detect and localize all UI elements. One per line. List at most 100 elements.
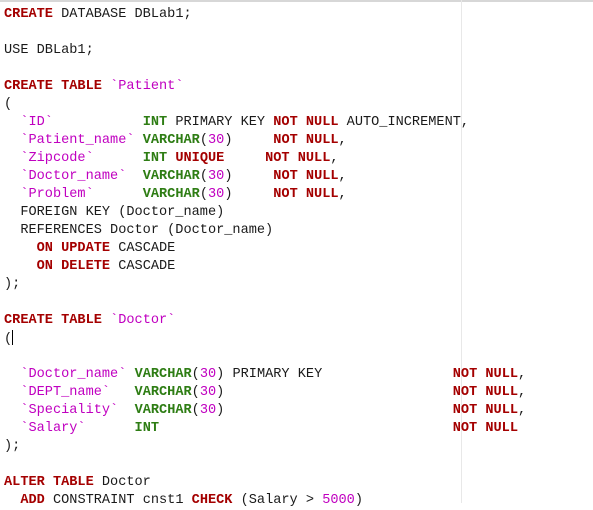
plain-token: AUTO_INCREMENT, bbox=[338, 115, 470, 130]
keyword-token: CREATE TABLE bbox=[4, 313, 102, 328]
plain-token: ( bbox=[4, 97, 13, 112]
keyword-token: NOT NULL bbox=[452, 421, 518, 436]
number-token: 5000 bbox=[322, 493, 355, 508]
code-line[interactable]: `Speciality` VARCHAR(30) NOT NULL, bbox=[4, 402, 526, 420]
code-line[interactable]: ); bbox=[4, 276, 526, 294]
identifier-token: `Doctor_name` bbox=[20, 169, 127, 184]
code-line[interactable]: `Zipcode` INT UNIQUE NOT NULL, bbox=[4, 150, 526, 168]
keyword-token: NOT NULL bbox=[273, 115, 339, 130]
code-line[interactable]: REFERENCES Doctor (Doctor_name) bbox=[4, 222, 526, 240]
keyword-token: NOT NULL bbox=[273, 169, 339, 184]
code-area[interactable]: CREATE DATABASE DBLab1; USE DBLab1; CREA… bbox=[4, 6, 526, 510]
plain-token: ) bbox=[216, 385, 453, 400]
code-line[interactable]: `Patient_name` VARCHAR(30) NOT NULL, bbox=[4, 132, 526, 150]
code-line[interactable]: ( bbox=[4, 330, 526, 348]
text-cursor bbox=[12, 330, 14, 345]
code-line[interactable]: CREATE DATABASE DBLab1; bbox=[4, 6, 526, 24]
code-line[interactable] bbox=[4, 24, 526, 42]
plain-token: ( bbox=[191, 367, 200, 382]
plain-token: REFERENCES Doctor (Doctor_name) bbox=[4, 223, 274, 238]
identifier-token: `DEPT_name` bbox=[20, 385, 111, 400]
type-token: VARCHAR bbox=[142, 187, 200, 202]
plain-token: USE DBLab1; bbox=[4, 43, 94, 58]
identifier-token: `Patient_name` bbox=[20, 133, 135, 148]
code-line[interactable]: FOREIGN KEY (Doctor_name) bbox=[4, 204, 526, 222]
plain-token: ( bbox=[191, 385, 200, 400]
plain-token: ) bbox=[224, 169, 274, 184]
plain-token: (Salary > bbox=[232, 493, 323, 508]
code-line[interactable]: `Doctor_name` VARCHAR(30) NOT NULL, bbox=[4, 168, 526, 186]
plain-token: ) bbox=[224, 133, 274, 148]
plain-token: , bbox=[338, 169, 347, 184]
code-line[interactable]: `DEPT_name` VARCHAR(30) NOT NULL, bbox=[4, 384, 526, 402]
type-token: VARCHAR bbox=[134, 403, 192, 418]
code-line[interactable]: ALTER TABLE Doctor bbox=[4, 474, 526, 492]
type-token: VARCHAR bbox=[142, 133, 200, 148]
identifier-token: `Speciality` bbox=[20, 403, 119, 418]
plain-token: FOREIGN KEY (Doctor_name) bbox=[4, 205, 225, 220]
code-line[interactable]: ON UPDATE CASCADE bbox=[4, 240, 526, 258]
keyword-token: NOT NULL bbox=[452, 403, 519, 418]
number-token: 30 bbox=[199, 403, 217, 418]
keyword-token: ADD bbox=[20, 493, 45, 508]
plain-token: CONSTRAINT cnst1 bbox=[44, 493, 192, 508]
keyword-token: CREATE TABLE bbox=[4, 79, 102, 94]
code-line[interactable]: ( bbox=[4, 96, 526, 114]
code-line[interactable]: `Salary` INT NOT NULL bbox=[4, 420, 526, 438]
code-line[interactable] bbox=[4, 456, 526, 474]
identifier-token: `Zipcode` bbox=[20, 151, 94, 166]
code-line[interactable]: CREATE TABLE `Patient` bbox=[4, 78, 526, 96]
identifier-token: `Patient` bbox=[110, 79, 184, 94]
keyword-token: ALTER TABLE bbox=[4, 475, 94, 490]
editor-top-border bbox=[0, 0, 593, 2]
code-line[interactable]: `ID` INT PRIMARY KEY NOT NULL AUTO_INCRE… bbox=[4, 114, 526, 132]
keyword-token: NOT NULL bbox=[265, 151, 331, 166]
plain-token: ( bbox=[191, 403, 200, 418]
type-token: VARCHAR bbox=[142, 169, 200, 184]
code-line[interactable]: USE DBLab1; bbox=[4, 42, 526, 60]
code-line[interactable]: `Doctor_name` VARCHAR(30) PRIMARY KEY NO… bbox=[4, 366, 526, 384]
plain-token: DATABASE DBLab1; bbox=[52, 7, 192, 22]
number-token: 30 bbox=[208, 169, 225, 184]
keyword-token: ON DELETE bbox=[36, 259, 111, 274]
type-token: VARCHAR bbox=[134, 367, 192, 382]
identifier-token: `Problem` bbox=[20, 187, 94, 202]
identifier-token: `Salary` bbox=[20, 421, 86, 436]
sql-editor[interactable]: CREATE DATABASE DBLab1; USE DBLab1; CREA… bbox=[0, 0, 593, 508]
plain-token: ( bbox=[199, 187, 208, 202]
plain-token: , bbox=[330, 151, 339, 166]
keyword-token: CREATE bbox=[4, 7, 53, 22]
code-line[interactable]: ADD CONSTRAINT cnst1 CHECK (Salary > 500… bbox=[4, 492, 526, 510]
plain-token: , bbox=[518, 403, 527, 418]
code-line[interactable] bbox=[4, 294, 526, 312]
code-line[interactable] bbox=[4, 60, 526, 78]
plain-token: ) bbox=[354, 493, 363, 508]
type-token: INT bbox=[142, 151, 168, 166]
plain-token: CASCADE bbox=[110, 259, 176, 274]
code-line[interactable]: ); bbox=[4, 438, 526, 456]
code-line[interactable]: `Problem` VARCHAR(30) NOT NULL, bbox=[4, 186, 526, 204]
code-line[interactable] bbox=[4, 348, 526, 366]
identifier-token: `ID` bbox=[20, 115, 53, 130]
code-line[interactable]: ON DELETE CASCADE bbox=[4, 258, 526, 276]
code-line[interactable]: CREATE TABLE `Doctor` bbox=[4, 312, 526, 330]
number-token: 30 bbox=[207, 187, 225, 202]
plain-token: , bbox=[518, 367, 527, 382]
plain-token: , bbox=[338, 187, 347, 202]
keyword-token: NOT NULL bbox=[452, 367, 519, 382]
